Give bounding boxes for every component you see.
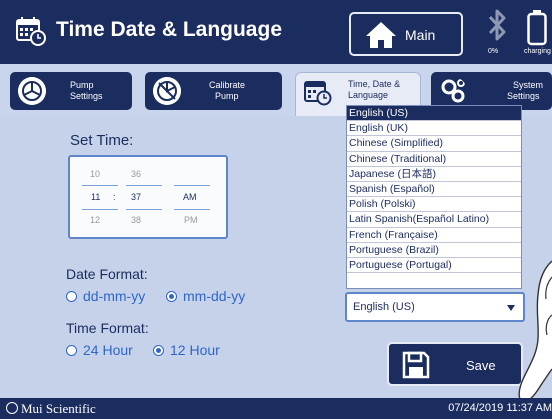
time-separator: : (113, 192, 116, 202)
time-format-option-24h[interactable]: 24 Hour (66, 342, 133, 358)
language-option[interactable]: English (UK) (347, 121, 521, 137)
language-option[interactable]: English (US) (347, 106, 521, 122)
bluetooth-percent: 0% (488, 48, 499, 55)
time-format-label: Time Format: (66, 320, 149, 336)
language-option[interactable]: Polish (Polski) (347, 197, 521, 213)
brand-logo: Mui Scientific (6, 401, 96, 417)
bluetooth-icon (488, 9, 506, 41)
pointing-hand-icon (518, 260, 552, 403)
language-select[interactable]: English (US) (345, 292, 525, 322)
hour-selected[interactable]: 11 (91, 192, 100, 202)
radio-selected-icon (153, 345, 164, 356)
page-title: Time Date & Language (56, 18, 282, 41)
calibrate-icon (153, 77, 181, 105)
save-disk-icon (402, 351, 430, 379)
tab-label-line1: Calibrate (209, 80, 246, 90)
picker-divider (82, 185, 118, 186)
time-format-option-12h[interactable]: 12 Hour (153, 342, 220, 358)
date-format-option-ddmmyy[interactable]: dd-mm-yy (66, 288, 145, 304)
set-time-label: Set Time: (70, 132, 134, 149)
radio-icon (66, 345, 77, 356)
language-option[interactable]: Latin Spanish(Español Latino) (347, 212, 521, 228)
time-picker[interactable]: 10 36 11 : 37 AM 12 38 PM (68, 155, 228, 239)
language-option[interactable]: Portuguese (Portugal) (347, 258, 521, 274)
tab-label-line2: Settings (70, 91, 103, 101)
header-bar: Time Date & Language Main 0% charging (0, 0, 552, 64)
home-icon (366, 22, 396, 48)
save-button[interactable]: Save (387, 342, 523, 386)
picker-divider (126, 185, 162, 186)
language-dropdown-list[interactable]: English (US) English (UK) Chinese (Simpl… (346, 105, 522, 289)
date-format-option-mmddyy[interactable]: mm-dd-yy (166, 288, 245, 304)
language-option[interactable]: French (Française) (347, 228, 521, 243)
save-button-label: Save (466, 358, 496, 373)
option-label: 12 Hour (170, 342, 220, 358)
picker-divider (126, 209, 162, 210)
picker-divider (82, 209, 118, 210)
brand-name: Mui Scientific (21, 401, 96, 416)
language-selected-value: English (US) (353, 301, 415, 313)
footer-bar: Mui Scientific 07/24/2019 11:37 AM (0, 398, 552, 419)
calendar-clock-icon (304, 81, 332, 106)
radio-icon (66, 291, 77, 302)
tab-label-line2: Pump (215, 91, 239, 101)
minute-prev[interactable]: 36 (131, 169, 141, 179)
footer-datetime: 07/24/2019 11:37 AM (448, 402, 552, 414)
ampm-next[interactable]: PM (184, 215, 198, 225)
option-label: mm-dd-yy (183, 288, 246, 304)
tab-label-line2: Settings (507, 91, 540, 101)
time-date-language-screen: Time Date & Language Main 0% charging Pu… (0, 0, 552, 419)
calendar-clock-icon (16, 17, 46, 46)
language-option[interactable]: Chinese (Simplified) (347, 136, 521, 152)
hour-next[interactable]: 12 (90, 215, 100, 225)
radio-selected-icon (166, 291, 177, 302)
language-option[interactable]: Japanese (日本語) (347, 167, 521, 182)
minute-next[interactable]: 38 (131, 215, 141, 225)
language-option[interactable]: Chinese (Traditional) (347, 152, 521, 167)
battery-status: charging (524, 48, 551, 55)
tab-calibrate-pump[interactable]: Calibrate Pump (145, 72, 282, 110)
minute-selected[interactable]: 37 (131, 192, 141, 202)
tab-label-line1: System (513, 80, 544, 90)
language-option[interactable]: Portuguese (Brazil) (347, 243, 521, 258)
pump-icon (18, 77, 46, 105)
brand-circle-icon (6, 402, 18, 414)
option-label: 24 Hour (83, 342, 133, 358)
tab-label-line1: Time, Date & (348, 79, 401, 89)
date-format-label: Date Format: (66, 266, 148, 282)
tab-label-line2: Language (348, 90, 389, 100)
gears-icon (441, 79, 465, 103)
main-button-label: Main (405, 27, 436, 43)
battery-icon (527, 10, 547, 46)
language-option[interactable]: Spanish (Español) (347, 182, 521, 198)
tab-pump-settings[interactable]: Pump Settings (10, 72, 132, 110)
main-button[interactable]: Main (349, 12, 463, 56)
picker-divider (174, 185, 210, 186)
picker-divider (174, 209, 210, 210)
hour-prev[interactable]: 10 (90, 169, 100, 179)
tab-label-line1: Pump (70, 80, 94, 90)
ampm-selected[interactable]: AM (183, 192, 197, 202)
option-label: dd-mm-yy (83, 288, 146, 304)
